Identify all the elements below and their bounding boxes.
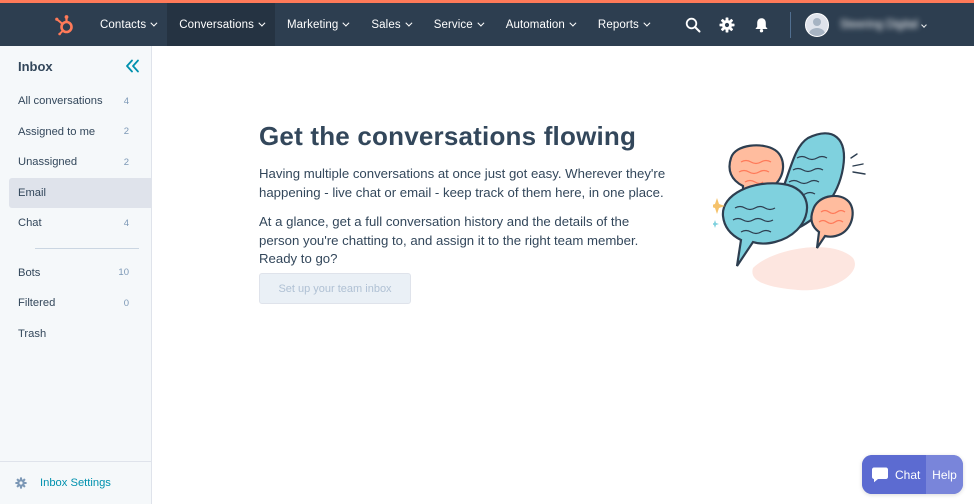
main-content: Get the conversations flowing Having mul… <box>153 46 974 504</box>
account-name: Steering Digital <box>840 18 918 31</box>
inbox-sidebar: Inbox All conversations 4 Assigned to me… <box>0 46 152 504</box>
main-nav: Contacts Conversations Marketing Sales S… <box>88 3 660 46</box>
sidebar-item-label: Trash <box>18 327 47 340</box>
chat-widget: Chat Help <box>862 455 963 494</box>
page-title: Get the conversations flowing <box>259 121 637 151</box>
inbox-settings-link[interactable]: Inbox Settings <box>0 461 151 504</box>
hubspot-logo[interactable] <box>43 4 85 46</box>
sidebar-item-label: Email <box>18 186 46 199</box>
nav-label: Sales <box>371 18 401 31</box>
sidebar-item-label: Bots <box>18 266 41 279</box>
account-menu[interactable]: Steering Digital <box>805 12 927 37</box>
nav-label: Service <box>433 18 473 31</box>
inbox-settings-label: Inbox Settings <box>40 477 111 489</box>
details-paragraph: At a glance, get a full conversation his… <box>259 214 639 266</box>
chevron-down-icon <box>921 21 927 28</box>
sidebar-item-filtered[interactable]: Filtered 0 <box>9 288 151 319</box>
nav-marketing[interactable]: Marketing <box>275 3 359 46</box>
chevron-down-icon <box>477 19 485 27</box>
nav-label: Conversations <box>179 18 254 31</box>
chevron-down-icon <box>342 19 350 27</box>
chevron-down-icon <box>258 19 266 27</box>
gear-icon <box>15 477 27 489</box>
intro-paragraph: Having multiple conversations at once ju… <box>259 166 666 200</box>
chat-bubbles-illustration <box>713 132 866 291</box>
gear-icon <box>719 17 735 32</box>
search-icon <box>685 17 701 32</box>
sidebar-item-label: Filtered <box>18 297 56 310</box>
nav-label: Contacts <box>100 18 147 31</box>
sidebar-item-count: 2 <box>123 126 129 138</box>
chevron-down-icon <box>405 19 413 27</box>
chevron-down-icon <box>150 19 158 27</box>
nav-label: Marketing <box>287 18 339 31</box>
sidebar-item-label: All conversations <box>18 95 103 108</box>
sidebar-item-count: 4 <box>123 95 129 107</box>
nav-conversations[interactable]: Conversations <box>167 3 275 46</box>
sidebar-title: Inbox <box>18 59 53 74</box>
chat-launcher-label: Chat <box>895 467 921 482</box>
nav-utilities: Steering Digital <box>676 3 974 46</box>
top-navigation-bar: Contacts Conversations Marketing Sales S… <box>0 0 974 46</box>
notifications-button[interactable] <box>744 8 778 42</box>
chat-launcher-button[interactable]: Chat <box>862 455 926 494</box>
settings-button[interactable] <box>710 8 744 42</box>
sidebar-item-label: Chat <box>18 217 42 230</box>
sidebar-item-count: 10 <box>118 267 129 279</box>
sidebar-item-count: 4 <box>123 217 129 229</box>
sidebar-item-email[interactable]: Email <box>9 177 151 208</box>
nav-divider <box>790 11 792 38</box>
sidebar-item-count: 2 <box>123 156 129 168</box>
chat-bubble-icon <box>872 467 888 483</box>
sidebar-item-assigned-to-me[interactable]: Assigned to me 2 <box>9 117 151 148</box>
sidebar-item-label: Assigned to me <box>18 125 96 138</box>
nav-reports[interactable]: Reports <box>586 3 660 46</box>
sidebar-item-chat[interactable]: Chat 4 <box>9 208 151 239</box>
nav-service[interactable]: Service <box>422 3 494 46</box>
setup-team-inbox-button[interactable]: Set up your team inbox <box>259 273 411 304</box>
sidebar-item-all-conversations[interactable]: All conversations 4 <box>9 86 151 117</box>
bell-icon <box>754 17 768 32</box>
hubspot-sprocket-icon <box>55 14 73 35</box>
double-chevron-left-icon[interactable] <box>124 58 140 74</box>
chevron-down-icon <box>643 19 651 27</box>
nav-label: Reports <box>597 18 639 31</box>
sidebar-divider <box>35 247 139 249</box>
sidebar-item-label: Unassigned <box>18 156 78 169</box>
avatar <box>805 12 830 37</box>
sidebar-nav: All conversations 4 Assigned to me 2 Una… <box>9 86 151 349</box>
sidebar-item-bots[interactable]: Bots 10 <box>9 258 151 289</box>
search-button[interactable] <box>676 8 710 42</box>
sidebar-item-trash[interactable]: Trash <box>9 319 151 350</box>
nav-label: Automation <box>505 18 565 31</box>
help-button[interactable]: Help <box>926 455 963 494</box>
nav-contacts[interactable]: Contacts <box>88 3 167 46</box>
nav-automation[interactable]: Automation <box>494 3 586 46</box>
sidebar-item-count: 0 <box>123 297 129 309</box>
sidebar-item-unassigned[interactable]: Unassigned 2 <box>9 147 151 178</box>
chevron-down-icon <box>569 19 577 27</box>
nav-sales[interactable]: Sales <box>359 3 421 46</box>
